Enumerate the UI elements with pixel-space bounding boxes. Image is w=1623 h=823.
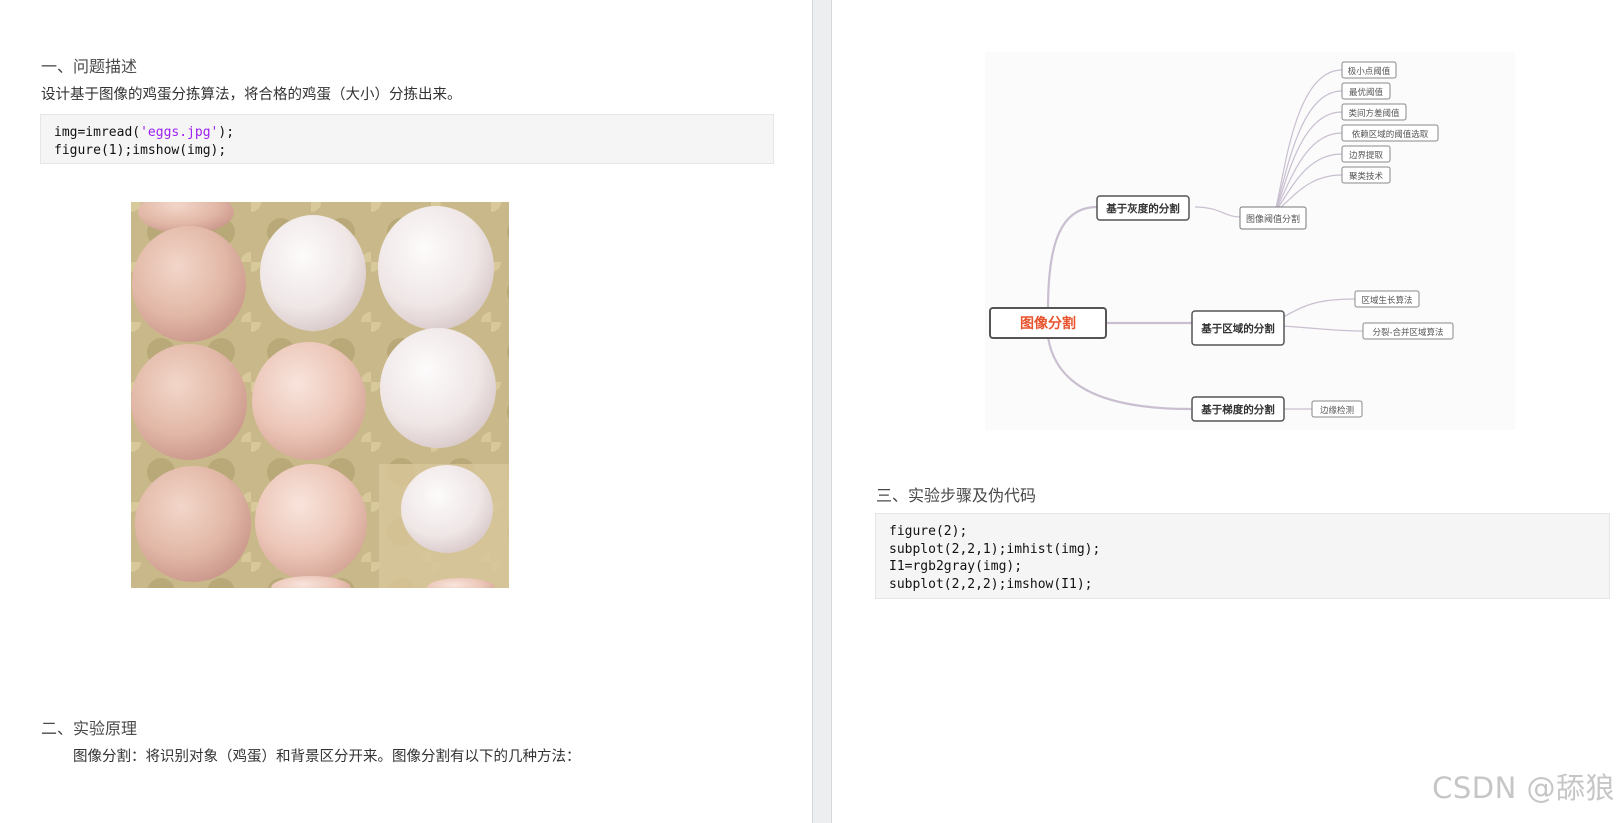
- mindmap-threshold-label: 图像阈值分割: [1246, 213, 1300, 225]
- mindmap-branch-gray-label: 基于灰度的分割: [1105, 202, 1180, 215]
- mindmap-branch-region-label: 基于区域的分割: [1200, 322, 1275, 335]
- egg: [135, 466, 251, 582]
- mindmap-leaf-label: 分裂-合并区域算法: [1372, 327, 1443, 338]
- egg: [131, 344, 247, 460]
- code-text: img=imread(: [54, 125, 141, 140]
- mindmap-leaf-label: 区域生长算法: [1361, 295, 1412, 306]
- code-line-4: subplot(2,2,2);imshow(I1);: [889, 576, 1093, 592]
- code-line-1: figure(2);: [889, 524, 968, 539]
- page-divider: [812, 0, 832, 823]
- csdn-watermark: CSDN @舔狼: [1432, 771, 1615, 805]
- section1-text: 设计基于图像的鸡蛋分拣算法，将合格的鸡蛋（大小）分拣出来。: [41, 87, 462, 103]
- code-block-2: figure(2); subplot(2,2,1);imhist(img); I1=…: [875, 513, 1610, 599]
- left-page: 一、问题描述 设计基于图像的鸡蛋分拣算法，将合格的鸡蛋（大小）分拣出来。 img…: [0, 0, 812, 823]
- mindmap-leaf-label: 聚类技术: [1349, 171, 1384, 182]
- egg: [401, 465, 493, 553]
- mindmap-leaf-label: 类间方差阈值: [1348, 108, 1400, 119]
- code-block-1: img=imread('eggs.jpg'); figure(1);imshow(…: [40, 114, 774, 164]
- code-line-1: img=imread('eggs.jpg');: [54, 124, 760, 142]
- egg: [260, 215, 366, 331]
- section1-title: 一、问题描述: [41, 57, 138, 76]
- section2-text: 图像分割：将识别对象（鸡蛋）和背景区分开来。图像分割有以下的几种方法：: [73, 749, 581, 765]
- mindmap-leaf-label: 边界提取: [1349, 150, 1384, 161]
- egg: [255, 464, 367, 580]
- section2-title: 二、实验原理: [41, 719, 138, 738]
- mindmap-branch-gradient-label: 基于梯度的分割: [1200, 403, 1275, 416]
- egg: [252, 342, 366, 460]
- section3-title: 三、实验步骤及伪代码: [876, 486, 1037, 505]
- mindmap-leaf-label: 边缘检测: [1320, 405, 1354, 416]
- code-string: 'eggs.jpg': [140, 125, 219, 140]
- eggs-image: [131, 202, 509, 588]
- egg: [378, 206, 494, 330]
- code-line-2: subplot(2,2,1);imhist(img);: [889, 541, 1101, 557]
- segmentation-mindmap: 图像分割 基于灰度的分割 基于区域的分割 基于梯度的分割 图像阈值分割 极小点阈…: [985, 52, 1515, 430]
- code-text: );: [218, 125, 235, 140]
- egg: [380, 328, 496, 448]
- mindmap-root-label: 图像分割: [1020, 315, 1076, 332]
- mindmap-leaf-label: 最优阈值: [1349, 87, 1384, 98]
- code-line-3: I1=rgb2gray(img);: [889, 559, 1023, 574]
- mindmap-leaf-label: 依赖区域的阈值选取: [1352, 129, 1429, 140]
- code-line-2: figure(1);imshow(img);: [54, 142, 227, 158]
- mindmap-leaf-label: 极小点阈值: [1348, 66, 1391, 77]
- egg: [132, 226, 246, 342]
